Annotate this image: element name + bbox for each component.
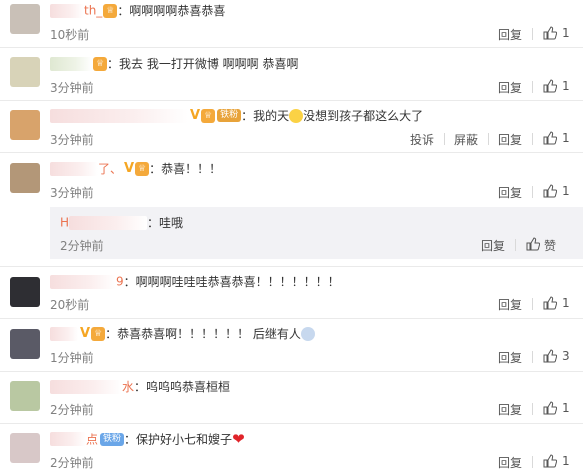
crown-badge-icon: ♕ [201,108,216,123]
username[interactable]: 点 [86,433,98,447]
reply-button[interactable]: 回复 [498,296,522,313]
reply-button[interactable]: 回复 [498,131,522,148]
crown-badge-icon: ♕ [93,56,107,71]
comment-header: 了、 V ♕ ：恭喜！！！ [50,160,221,180]
avatar[interactable] [10,277,40,307]
sub-reply-time: 2分钟前 [60,239,104,253]
thumb-up-icon[interactable] [543,401,557,415]
comment-header: th_ ♕ ：啊啊啊啊恭喜恭喜 [50,2,225,22]
thumb-up-icon[interactable] [543,184,557,198]
like-count: 1 [562,79,570,93]
thumb-up-icon[interactable] [526,237,540,251]
reply-button[interactable]: 回复 [498,454,522,471]
avatar[interactable] [10,4,40,34]
surprised-emoji-icon [289,108,304,123]
comment-header: 9：啊啊啊哇哇哇恭喜恭喜！！！！！！！ [50,273,340,293]
comment-text: 啊啊啊哇哇哇恭喜恭喜！！！！！！！ [135,275,340,289]
blurred-username [69,215,148,230]
username[interactable]: 水 [122,380,134,394]
comment-text: 恭喜！！！ [161,162,222,176]
comment-header: 点铁粉 ：保护好小七和嫂子❤ [50,430,245,450]
comment-time: 3分钟前 [50,186,94,200]
heart-icon: ❤ [232,430,245,448]
comment-time: 2分钟前 [50,456,94,470]
thumb-up-icon[interactable] [543,131,557,145]
blurred-username [50,161,98,176]
avatar[interactable] [10,433,40,463]
reply-button[interactable]: 回复 [498,79,522,96]
thumb-up-icon[interactable] [543,296,557,310]
blurred-username [50,274,116,289]
username[interactable]: 9 [116,275,124,289]
crown-badge-icon: ♕ [91,326,106,341]
comment-time: 20秒前 [50,298,90,312]
like-count: 1 [562,454,570,468]
comment-header: V ♕ 铁粉 ：我的天 没想到孩子都这么大了 [50,107,423,127]
comment-text-before: 我的天 [253,109,290,123]
comment-text-after: 没想到孩子都这么大了 [303,109,424,123]
blurred-username [50,3,84,18]
sub-reply-like-label[interactable]: 赞 [544,237,556,254]
sub-reply-header: H ：哇哦 [60,215,184,230]
report-button[interactable]: 投诉 [410,131,434,148]
avatar[interactable] [10,163,40,193]
username[interactable]: th_ [84,4,102,18]
avatar[interactable] [10,329,40,359]
crown-badge-icon: ♕ [103,3,118,18]
blurred-username [50,56,92,71]
comment-text: 呜呜呜恭喜桓桓 [146,380,231,394]
reply-button[interactable]: 回复 [498,401,522,418]
reply-button[interactable]: 回复 [498,349,522,366]
verified-v-icon: V [124,161,135,176]
comment-text: 啊啊啊啊恭喜恭喜 [129,4,226,18]
fan-badge: 铁粉 [100,432,125,446]
like-count: 1 [562,401,570,415]
username[interactable]: 了、 [98,162,122,176]
comment-header: ♕ ：我去 我一打开微博 啊啊啊 恭喜啊 [50,55,298,75]
verified-v-icon: V [80,326,91,341]
like-count: 1 [562,184,570,198]
comment-time: 3分钟前 [50,81,94,95]
fan-badge: 铁粉 [217,109,242,122]
block-button[interactable]: 屏蔽 [454,131,478,148]
like-count: 1 [562,296,570,310]
comment-time: 3分钟前 [50,133,94,147]
shocked-emoji-icon [300,326,315,341]
comment-text: 我去 我一打开微博 啊啊啊 恭喜啊 [119,57,299,71]
thumb-up-icon[interactable] [543,454,557,468]
thumb-up-icon[interactable] [543,26,557,40]
comment-header: V ♕ ：恭喜恭喜啊！！！！！！ 后继有人 [50,325,315,345]
like-count: 3 [562,349,570,363]
comment-time: 2分钟前 [50,403,94,417]
blurred-username [50,379,122,394]
thumb-up-icon[interactable] [543,349,557,363]
reply-button[interactable]: 回复 [498,26,522,43]
comment-time: 10秒前 [50,28,90,42]
blurred-username [50,108,188,123]
avatar[interactable] [10,381,40,411]
avatar[interactable] [10,57,40,87]
verified-v-icon: V [190,108,201,123]
blurred-username [50,432,86,446]
crown-badge-icon: ♕ [135,161,150,176]
sub-reply-reply-button[interactable]: 回复 [481,237,505,254]
comment-text: 恭喜恭喜啊！！！！！！ 后继有人 [117,327,301,341]
comment-header: 水：呜呜呜恭喜桓桓 [50,378,230,398]
avatar[interactable] [10,110,40,140]
comment-text: 保护好小七和嫂子 [136,432,233,447]
like-count: 1 [562,26,570,40]
reply-button[interactable]: 回复 [498,184,522,201]
sub-reply-text: 哇哦 [159,216,184,230]
thumb-up-icon[interactable] [543,79,557,93]
blurred-username [50,326,78,341]
sub-reply-username[interactable]: H [60,216,69,230]
like-count: 1 [562,131,570,145]
comment-time: 1分钟前 [50,351,94,365]
